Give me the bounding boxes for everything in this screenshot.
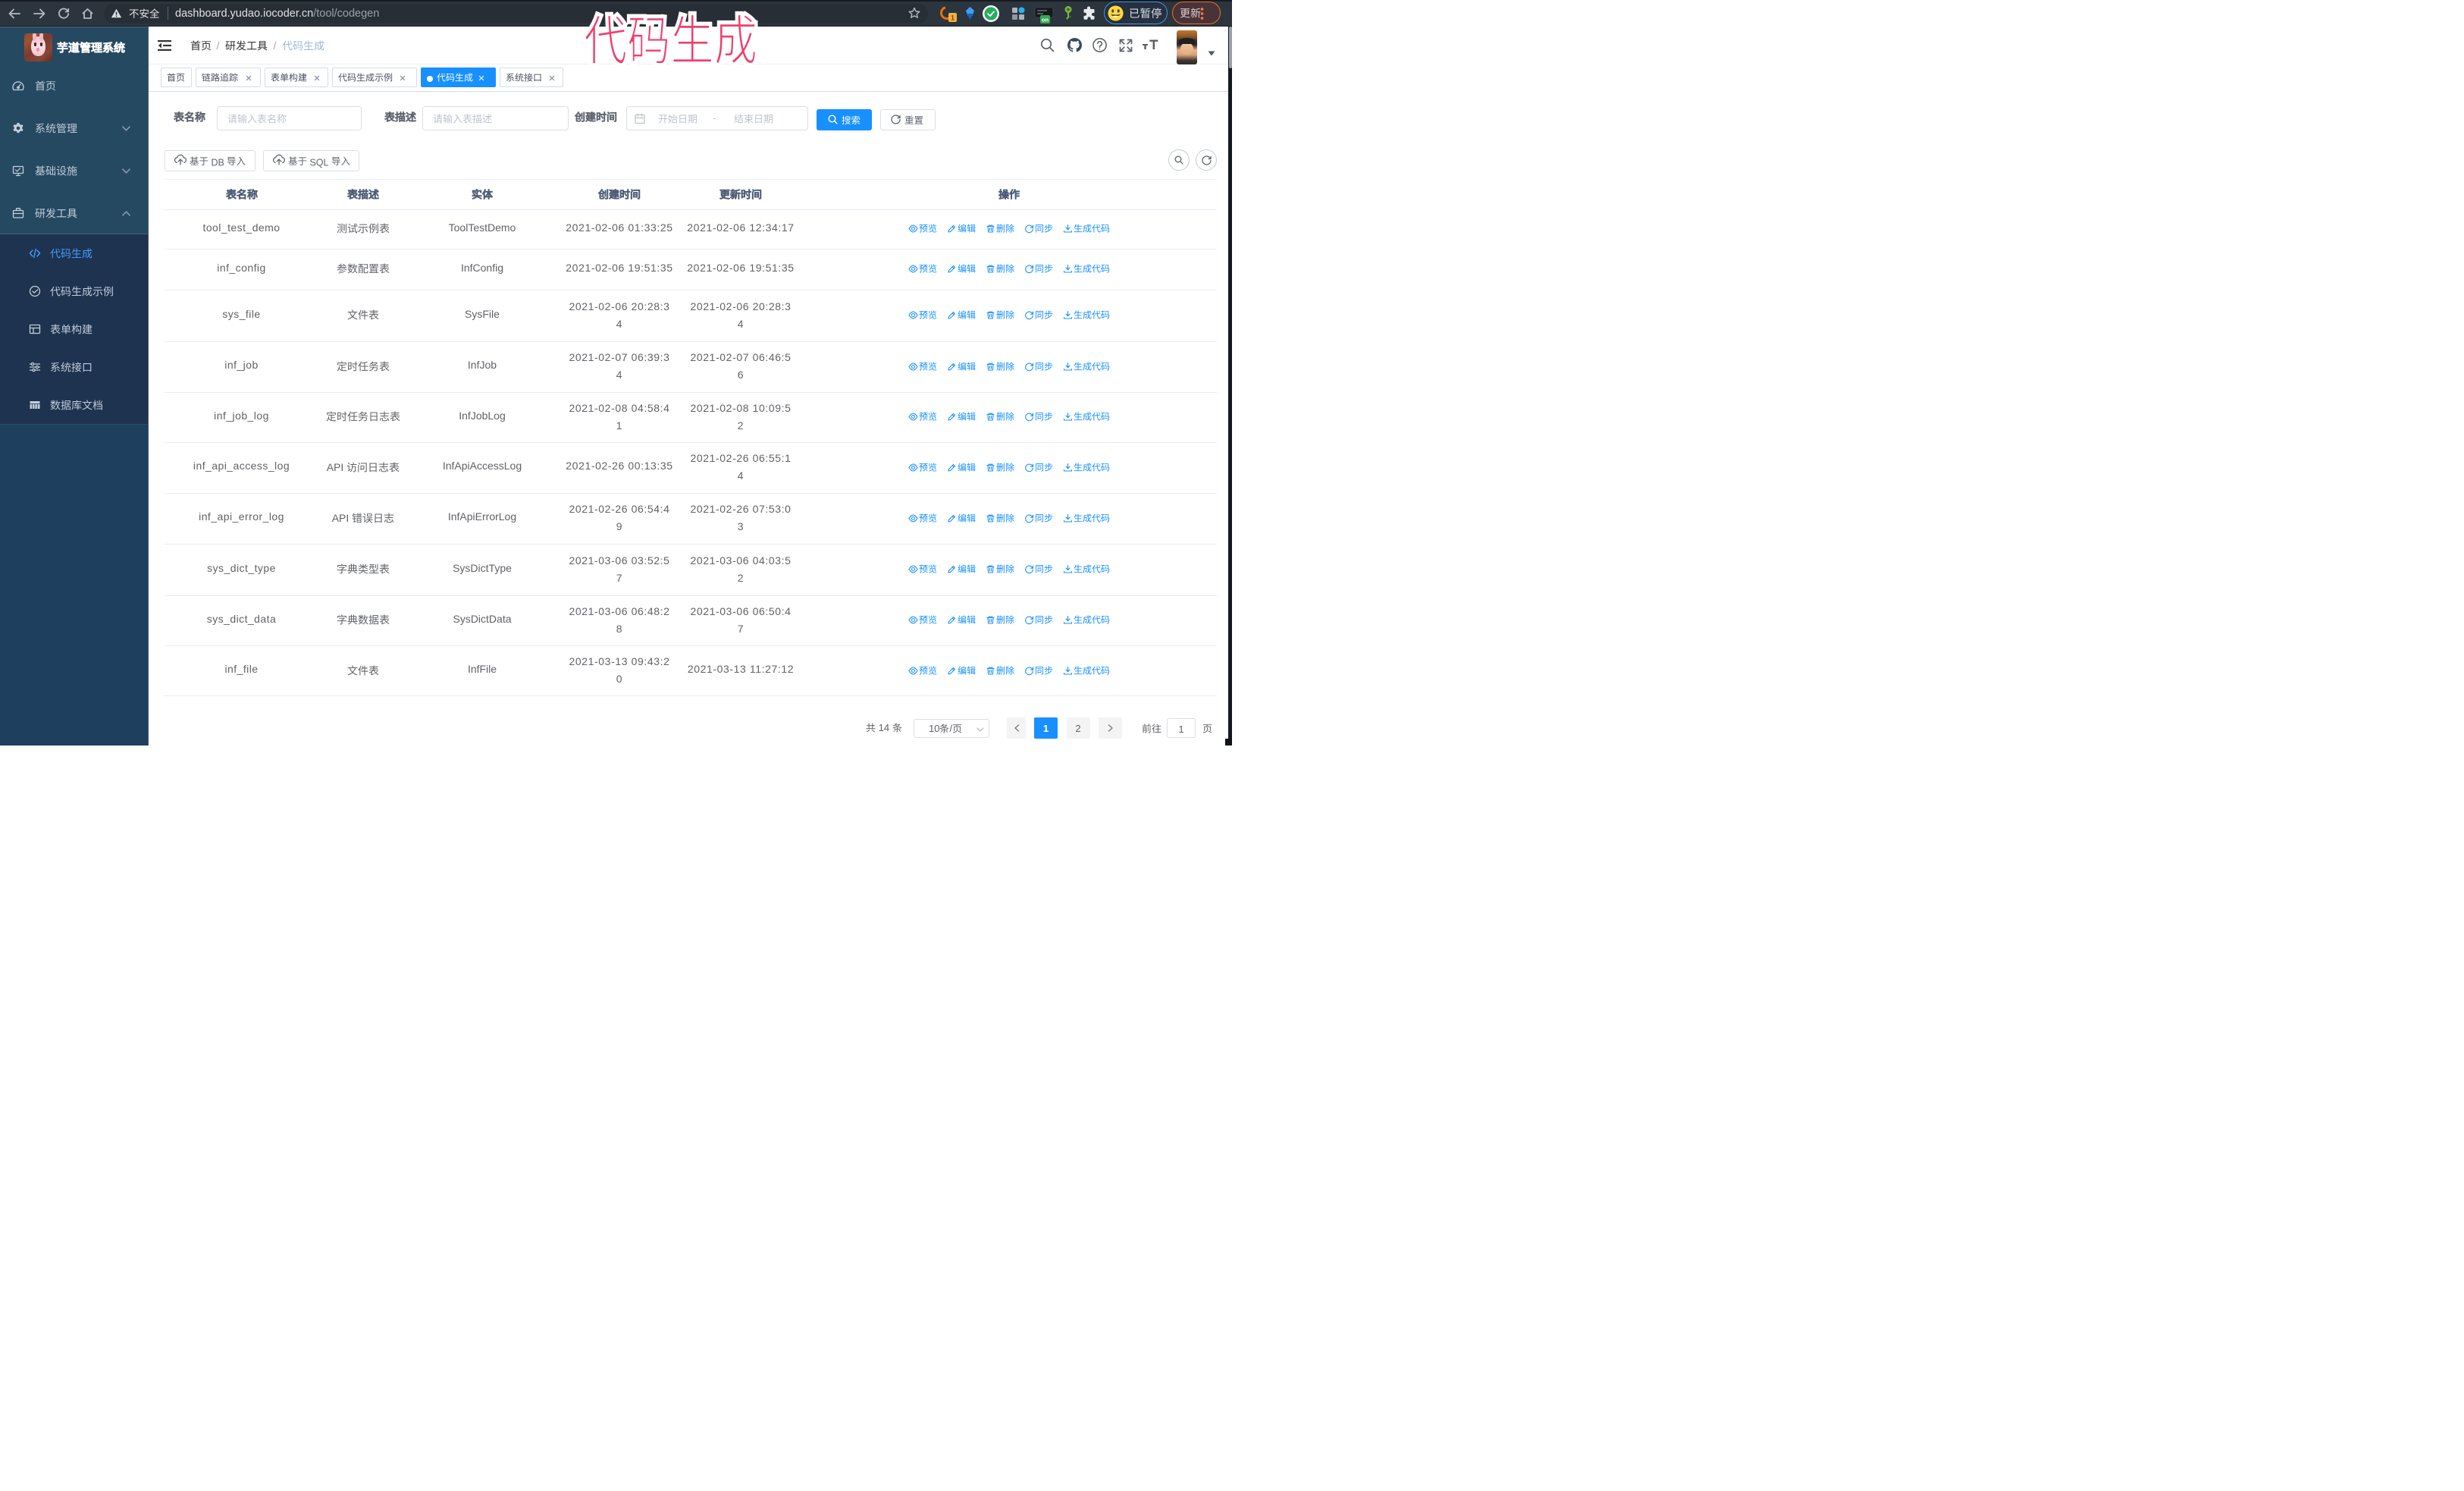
svg-text:1: 1 xyxy=(951,14,955,22)
svg-text:on: on xyxy=(1042,17,1049,24)
